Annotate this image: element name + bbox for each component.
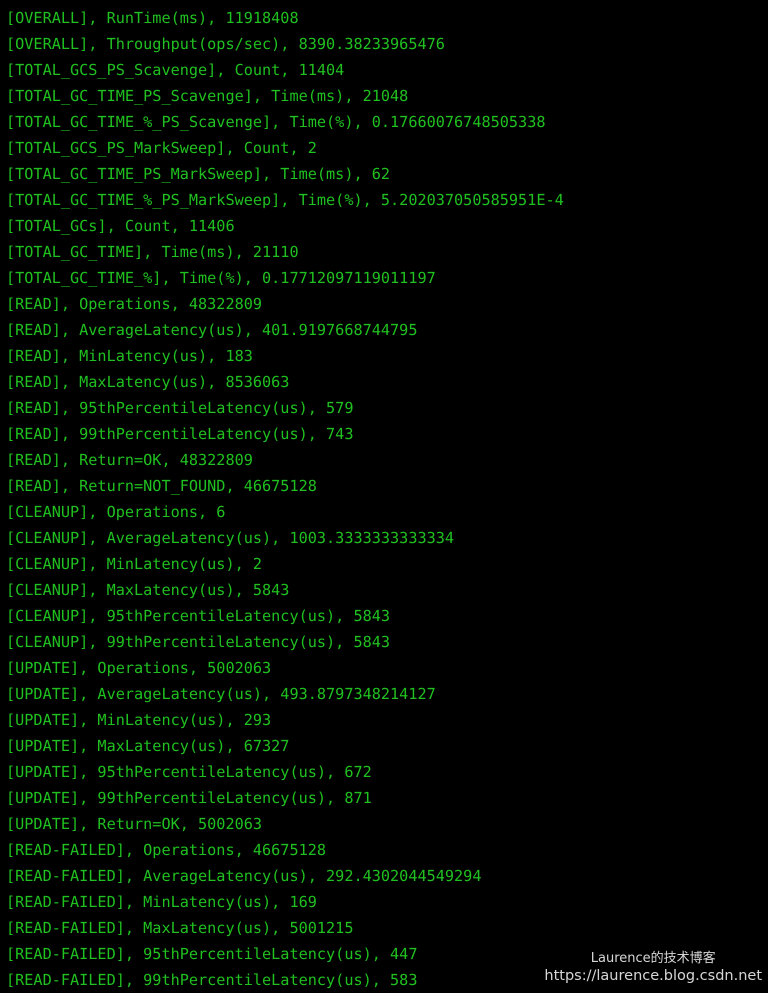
- terminal-line: [READ], Return=NOT_FOUND, 46675128: [6, 477, 317, 495]
- terminal-line: [READ-FAILED], MinLatency(us), 169: [6, 893, 317, 911]
- terminal-line: [READ-FAILED], 95thPercentileLatency(us)…: [6, 945, 418, 963]
- terminal-line: [TOTAL_GC_TIME], Time(ms), 21110: [6, 243, 299, 261]
- terminal-line: [TOTAL_GCS_PS_Scavenge], Count, 11404: [6, 61, 345, 79]
- terminal-line: [CLEANUP], MaxLatency(us), 5843: [6, 581, 290, 599]
- terminal-line: [CLEANUP], AverageLatency(us), 1003.3333…: [6, 529, 455, 547]
- terminal-line: [TOTAL_GC_TIME_%_PS_Scavenge], Time(%), …: [6, 113, 546, 131]
- terminal-line: [TOTAL_GC_TIME_%], Time(%), 0.1771209711…: [6, 269, 436, 287]
- terminal-line: [OVERALL], Throughput(ops/sec), 8390.382…: [6, 35, 445, 53]
- terminal-line: [TOTAL_GC_TIME_PS_Scavenge], Time(ms), 2…: [6, 87, 409, 105]
- terminal-line: [READ-FAILED], AverageLatency(us), 292.4…: [6, 867, 482, 885]
- terminal-line: [READ-FAILED], Operations, 46675128: [6, 841, 327, 859]
- terminal-line: [CLEANUP], 95thPercentileLatency(us), 58…: [6, 607, 391, 625]
- terminal-line: [READ], MinLatency(us), 183: [6, 347, 253, 365]
- terminal-line: [OVERALL], RunTime(ms), 11918408: [6, 9, 299, 27]
- terminal-line: [UPDATE], Return=OK, 5002063: [6, 815, 263, 833]
- terminal-line: [TOTAL_GCs], Count, 11406: [6, 217, 235, 235]
- terminal-line: [CLEANUP], MinLatency(us), 2: [6, 555, 263, 573]
- terminal-line: [READ], AverageLatency(us), 401.91976687…: [6, 321, 418, 339]
- terminal-line: [READ-FAILED], MaxLatency(us), 5001215: [6, 919, 354, 937]
- terminal-line: [READ-FAILED], 99thPercentileLatency(us)…: [6, 971, 418, 989]
- terminal-line: [TOTAL_GC_TIME_%_PS_MarkSweep], Time(%),…: [6, 191, 564, 209]
- terminal-line: [TOTAL_GC_TIME_PS_MarkSweep], Time(ms), …: [6, 165, 391, 183]
- terminal-line: [CLEANUP], Operations, 6: [6, 503, 226, 521]
- terminal-line: [UPDATE], MinLatency(us), 293: [6, 711, 272, 729]
- terminal-line: [READ], 99thPercentileLatency(us), 743: [6, 425, 354, 443]
- terminal-line: [TOTAL_GCS_PS_MarkSweep], Count, 2: [6, 139, 317, 157]
- terminal-line: [UPDATE], 95thPercentileLatency(us), 672: [6, 763, 372, 781]
- terminal-output-log: [OVERALL], RunTime(ms), 11918408 [OVERALL…: [6, 5, 768, 993]
- terminal-line: [UPDATE], MaxLatency(us), 67327: [6, 737, 290, 755]
- terminal-line: [UPDATE], 99thPercentileLatency(us), 871: [6, 789, 372, 807]
- terminal-line: [CLEANUP], 99thPercentileLatency(us), 58…: [6, 633, 391, 651]
- terminal-line: [READ], Return=OK, 48322809: [6, 451, 253, 469]
- terminal-line: [UPDATE], AverageLatency(us), 493.879734…: [6, 685, 436, 703]
- terminal-window: [OVERALL], RunTime(ms), 11918408 [OVERALL…: [0, 0, 768, 990]
- terminal-line: [UPDATE], Operations, 5002063: [6, 659, 272, 677]
- terminal-line: [READ], Operations, 48322809: [6, 295, 263, 313]
- terminal-line: [READ], MaxLatency(us), 8536063: [6, 373, 290, 391]
- terminal-line: [READ], 95thPercentileLatency(us), 579: [6, 399, 354, 417]
